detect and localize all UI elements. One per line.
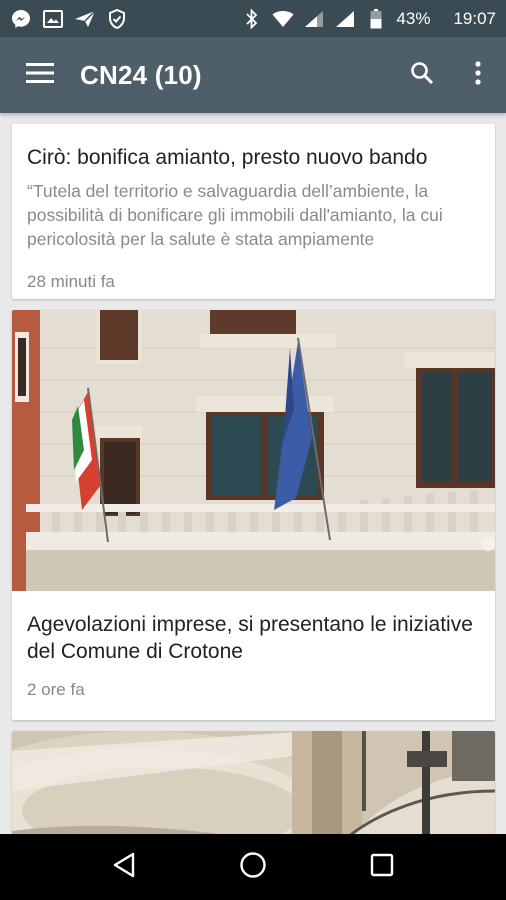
article-image: [12, 310, 495, 591]
article-time: 28 minuti fa: [27, 272, 115, 291]
menu-button[interactable]: [0, 37, 80, 113]
signal-icon: [334, 8, 356, 30]
signal-icon: [303, 8, 325, 30]
article-title: Cirò: bonifica amianto, presto nuovo ban…: [27, 146, 428, 169]
back-button[interactable]: [94, 837, 154, 897]
article-title: Agevolazioni imprese, si presentano le i…: [27, 613, 473, 663]
news-feed[interactable]: Cirò: bonifica amianto, presto nuovo ban…: [0, 113, 506, 834]
shield-icon: [106, 8, 128, 30]
back-icon: [112, 852, 136, 883]
image-icon: [42, 8, 64, 30]
app-title: CN24 (10): [80, 59, 202, 90]
home-icon: [239, 851, 267, 884]
search-button[interactable]: [394, 37, 450, 113]
home-button[interactable]: [223, 837, 283, 897]
article-image: [12, 731, 495, 834]
recents-button[interactable]: [352, 837, 412, 897]
more-vert-icon: [475, 60, 481, 90]
hamburger-icon: [26, 62, 54, 88]
send-icon: [74, 8, 96, 30]
overflow-menu-button[interactable]: [450, 37, 506, 113]
app-bar: CN24 (10): [0, 37, 506, 113]
recents-icon: [370, 853, 394, 882]
navigation-bar: [0, 834, 506, 900]
news-card[interactable]: Agevolazioni imprese, si presentano le i…: [12, 310, 495, 720]
messenger-icon: [10, 8, 32, 30]
wifi-icon: [272, 8, 294, 30]
battery-percentage: 43%: [396, 8, 431, 28]
search-icon: [410, 61, 434, 90]
article-time: 2 ore fa: [27, 680, 85, 699]
news-card[interactable]: Cirò: bonifica amianto, presto nuovo ban…: [12, 124, 495, 299]
bluetooth-icon: [241, 8, 263, 30]
clock: 19:07: [453, 8, 496, 28]
article-excerpt: “Tutela del territorio e salvaguardia de…: [27, 181, 443, 249]
news-card[interactable]: [12, 731, 495, 834]
status-bar: 43% 19:07: [0, 0, 506, 37]
battery-icon: [365, 8, 387, 30]
